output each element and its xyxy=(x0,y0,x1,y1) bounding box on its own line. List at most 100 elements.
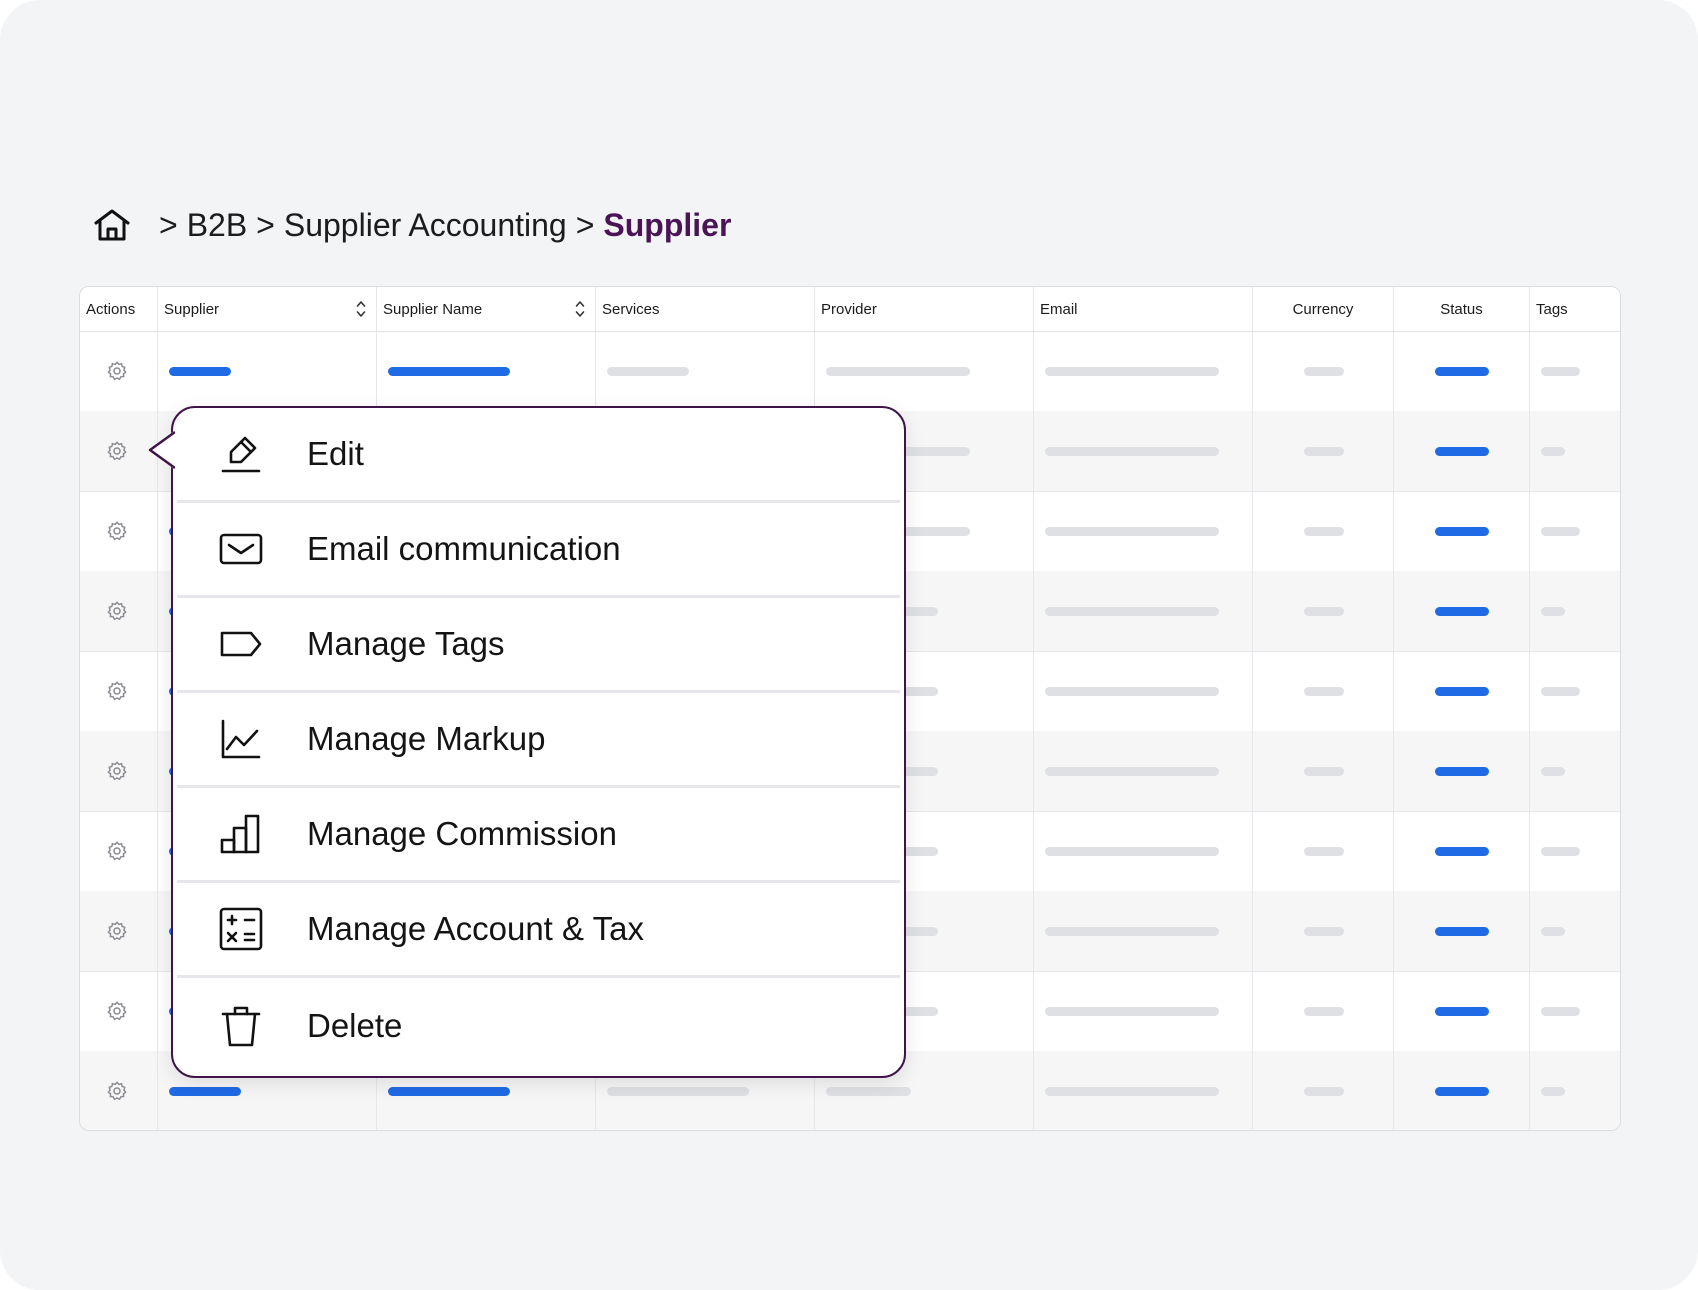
menu-item-label: Manage Commission xyxy=(307,815,617,852)
placeholder-bar xyxy=(1303,527,1344,536)
cell-status xyxy=(1394,651,1530,731)
placeholder-bar xyxy=(388,1087,510,1096)
cell-actions xyxy=(80,571,158,651)
placeholder-bar xyxy=(1303,847,1344,856)
column-header-label: Provider xyxy=(821,300,877,318)
cell-tags xyxy=(1530,491,1620,571)
column-header-supplier-name[interactable]: Supplier Name xyxy=(377,287,596,331)
placeholder-bar xyxy=(1435,927,1489,936)
calculator-icon xyxy=(217,905,265,953)
cell-status xyxy=(1394,731,1530,811)
cell-currency xyxy=(1253,331,1394,411)
breadcrumb-separator: > xyxy=(256,206,275,243)
placeholder-bar xyxy=(1045,687,1219,696)
sort-icon[interactable] xyxy=(356,300,366,318)
placeholder-bar xyxy=(1045,367,1219,376)
column-header-tags: Tags xyxy=(1530,287,1620,331)
cell-status xyxy=(1394,891,1530,971)
menu-item-edit[interactable]: Edit xyxy=(177,408,900,503)
cell-actions xyxy=(80,651,158,731)
cell-actions xyxy=(80,891,158,971)
column-header-label: Actions xyxy=(86,300,136,318)
placeholder-bar xyxy=(1045,847,1219,856)
placeholder-bar xyxy=(1435,687,1489,696)
breadcrumb-item-b2b[interactable]: B2B xyxy=(187,207,247,244)
menu-item-manage-tags[interactable]: Manage Tags xyxy=(177,598,900,693)
gear-icon[interactable] xyxy=(106,1000,128,1022)
breadcrumb-current: Supplier xyxy=(603,206,732,243)
column-header-actions: Actions xyxy=(80,287,158,331)
table-row[interactable] xyxy=(80,331,1620,412)
cell-status xyxy=(1394,411,1530,491)
cell-email xyxy=(1034,571,1253,651)
placeholder-bar xyxy=(1541,767,1565,776)
sort-icon[interactable] xyxy=(575,300,585,318)
placeholder-bar xyxy=(1541,927,1565,936)
gear-icon[interactable] xyxy=(106,520,128,542)
placeholder-bar xyxy=(1435,1007,1489,1016)
breadcrumb: > B2B > Supplier Accounting > Supplier xyxy=(92,205,731,245)
cell-supplier-name xyxy=(377,331,596,411)
cell-actions xyxy=(80,1051,158,1130)
placeholder-bar xyxy=(607,1087,749,1096)
gear-icon[interactable] xyxy=(106,1080,128,1102)
cell-email xyxy=(1034,411,1253,491)
cell-currency xyxy=(1253,491,1394,571)
placeholder-bar xyxy=(826,1087,911,1096)
column-header-provider: Provider xyxy=(815,287,1034,331)
column-header-label: Supplier Name xyxy=(383,300,483,318)
breadcrumb-item-supplier-accounting[interactable]: Supplier Accounting xyxy=(284,207,567,244)
gear-icon[interactable] xyxy=(106,600,128,622)
placeholder-bar xyxy=(1435,527,1489,536)
cell-tags xyxy=(1530,811,1620,891)
cell-email xyxy=(1034,811,1253,891)
menu-item-label: Edit xyxy=(307,435,364,472)
menu-item-label: Email communication xyxy=(307,530,621,567)
cell-currency xyxy=(1253,651,1394,731)
cell-currency xyxy=(1253,811,1394,891)
placeholder-bar xyxy=(1045,767,1219,776)
cell-actions xyxy=(80,731,158,811)
cell-actions xyxy=(80,971,158,1051)
cell-email xyxy=(1034,491,1253,571)
gear-icon[interactable] xyxy=(106,760,128,782)
placeholder-bar xyxy=(1303,447,1344,456)
cell-currency xyxy=(1253,891,1394,971)
menu-item-manage-account-tax[interactable]: Manage Account & Tax xyxy=(177,883,900,978)
column-header-status: Status xyxy=(1394,287,1530,331)
gear-icon[interactable] xyxy=(106,360,128,382)
home-icon[interactable] xyxy=(92,205,132,245)
breadcrumb-separator: > xyxy=(159,206,178,243)
cell-tags xyxy=(1530,1051,1620,1130)
cell-tags xyxy=(1530,651,1620,731)
table-header: Actions Supplier Supplier Name Services … xyxy=(80,287,1620,332)
tag-icon xyxy=(217,620,265,668)
placeholder-bar xyxy=(1045,1007,1219,1016)
placeholder-bar xyxy=(1303,1087,1344,1096)
cell-provider xyxy=(815,331,1034,411)
placeholder-bar xyxy=(1045,1087,1219,1096)
menu-item-delete[interactable]: Delete xyxy=(177,978,900,1073)
gear-icon[interactable] xyxy=(106,440,128,462)
cell-status xyxy=(1394,491,1530,571)
trash-icon xyxy=(217,1002,265,1050)
cell-email xyxy=(1034,891,1253,971)
menu-item-label: Manage Account & Tax xyxy=(307,910,644,947)
gear-icon[interactable] xyxy=(106,840,128,862)
placeholder-bar xyxy=(607,367,689,376)
bar-chart-icon xyxy=(217,810,265,858)
breadcrumb-separator: > xyxy=(575,206,595,243)
placeholder-bar xyxy=(1303,767,1344,776)
gear-icon[interactable] xyxy=(106,680,128,702)
menu-item-manage-markup[interactable]: Manage Markup xyxy=(177,693,900,788)
placeholder-bar xyxy=(1303,607,1344,616)
column-header-supplier[interactable]: Supplier xyxy=(158,287,377,331)
cell-status xyxy=(1394,811,1530,891)
gear-icon[interactable] xyxy=(106,920,128,942)
menu-item-manage-commission[interactable]: Manage Commission xyxy=(177,788,900,883)
mail-icon xyxy=(217,525,265,573)
cell-actions xyxy=(80,331,158,411)
menu-item-email-communication[interactable]: Email communication xyxy=(177,503,900,598)
placeholder-bar xyxy=(1435,847,1489,856)
cell-services xyxy=(596,331,815,411)
